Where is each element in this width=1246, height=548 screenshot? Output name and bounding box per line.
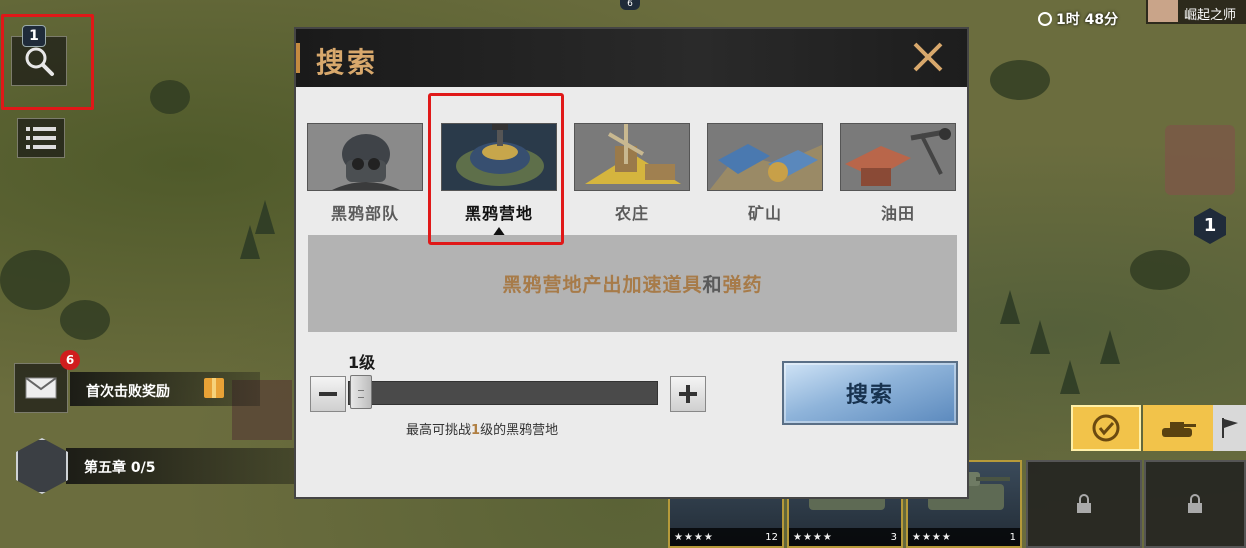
map-tree xyxy=(150,80,190,114)
unit-stars: ★★★★ xyxy=(674,531,714,543)
description-part: 黑鸦营地产出 xyxy=(502,274,623,296)
description-part: 和 xyxy=(702,274,723,296)
unit-count: 12 xyxy=(765,531,778,543)
map-tree xyxy=(60,300,110,340)
unit-count: 1 xyxy=(1009,531,1016,543)
mail-icon xyxy=(25,377,57,399)
tank-icon xyxy=(1162,422,1196,437)
category-blackcrow-camp[interactable]: 黑鸦营地 xyxy=(441,123,557,243)
level-increase-button[interactable] xyxy=(670,376,706,412)
description-panel: 黑鸦营地产出 加速道具 和 弹药 xyxy=(308,235,957,332)
map-pine xyxy=(1030,320,1050,354)
dialog-title: 搜索 xyxy=(316,46,379,79)
chapter-banner[interactable]: 第五章 0/5 xyxy=(66,448,296,484)
reward-label: 首次击败奖励 xyxy=(86,384,170,400)
level-decrease-button[interactable] xyxy=(310,376,346,412)
mine-icon xyxy=(707,123,823,191)
map-tree xyxy=(990,60,1050,100)
search-dialog: 搜索 黑鸦部队 黑鸦营地 农庄 矿山 油田 黑鸦营地产出 加速道具 和 弹药 1… xyxy=(294,27,969,499)
tank-tool-button[interactable] xyxy=(1143,405,1213,451)
category-label: 矿山 xyxy=(747,204,782,223)
close-button[interactable] xyxy=(909,38,947,76)
category-oilfield[interactable]: 油田 xyxy=(840,123,956,243)
map-tree xyxy=(1130,250,1190,290)
mail-button[interactable] xyxy=(14,363,68,413)
map-pine xyxy=(1060,360,1080,394)
level-slider-thumb[interactable] xyxy=(350,375,372,409)
top-banner-text: 崛起之师 xyxy=(1184,8,1237,23)
category-label: 油田 xyxy=(880,204,915,223)
max-level-text: 最高可挑战1级的黑鸦营地 xyxy=(406,419,558,438)
lock-icon xyxy=(1077,494,1091,513)
unit-slot-locked-1[interactable] xyxy=(1026,460,1142,548)
avatar[interactable] xyxy=(1148,0,1178,22)
max-level-number: 1 xyxy=(471,423,481,438)
list-icon xyxy=(26,127,56,149)
timer-text: 1时 48分 xyxy=(1056,12,1119,28)
camp-icon xyxy=(441,123,557,191)
top-count-badge: 6 xyxy=(620,0,640,10)
flag-icon xyxy=(1221,418,1238,438)
search-highlight-box xyxy=(1,14,94,110)
soldier-icon xyxy=(307,123,423,191)
category-blackcrow-troops[interactable]: 黑鸦部队 xyxy=(307,123,423,243)
category-label: 黑鸦营地 xyxy=(464,204,533,223)
dialog-header: 搜索 xyxy=(296,29,967,87)
category-label: 农庄 xyxy=(614,204,649,223)
map-building[interactable] xyxy=(1165,125,1235,195)
close-icon xyxy=(913,42,943,72)
map-pine xyxy=(1100,330,1120,364)
farm-icon xyxy=(574,123,690,191)
timer: 1时 48分 xyxy=(1038,9,1118,29)
category-label: 黑鸦部队 xyxy=(330,204,399,223)
clock-icon xyxy=(1038,12,1052,26)
category-farm[interactable]: 农庄 xyxy=(574,123,690,243)
confirm-tool-button[interactable] xyxy=(1071,405,1141,451)
chapter-emblem-icon[interactable] xyxy=(16,438,68,494)
description-highlight: 加速道具 xyxy=(622,274,703,296)
category-mine[interactable]: 矿山 xyxy=(707,123,823,243)
chapter-label: 第五章 0/5 xyxy=(84,460,156,476)
check-circle-icon xyxy=(1092,414,1120,442)
level-slider-track[interactable] xyxy=(348,381,658,405)
unit-stars: ★★★★ xyxy=(912,531,952,543)
level-label: 1级 xyxy=(348,353,376,372)
unit-stars: ★★★★ xyxy=(793,531,833,543)
map-count-badge: 1 xyxy=(1194,208,1226,244)
map-pine xyxy=(240,225,260,259)
minus-icon xyxy=(319,392,337,396)
unit-slot-locked-2[interactable] xyxy=(1144,460,1246,548)
task-list-button[interactable] xyxy=(17,118,65,158)
plus-icon xyxy=(679,385,697,403)
first-defeat-reward-banner[interactable]: 首次击败奖励 xyxy=(70,372,260,406)
max-text-prefix: 最高可挑战 xyxy=(406,423,472,438)
map-pine xyxy=(1000,290,1020,324)
map-tree xyxy=(0,250,70,310)
description-highlight: 弹药 xyxy=(722,274,763,296)
flag-tool-button[interactable] xyxy=(1213,405,1246,451)
header-accent xyxy=(296,43,300,73)
gift-icon xyxy=(204,378,224,398)
oilfield-icon xyxy=(840,123,956,191)
max-text-suffix: 级的黑鸦营地 xyxy=(480,423,559,438)
unit-count: 3 xyxy=(890,531,897,543)
search-button[interactable]: 搜索 xyxy=(782,361,958,425)
lock-icon xyxy=(1188,494,1202,513)
mail-count-badge: 6 xyxy=(60,350,80,370)
